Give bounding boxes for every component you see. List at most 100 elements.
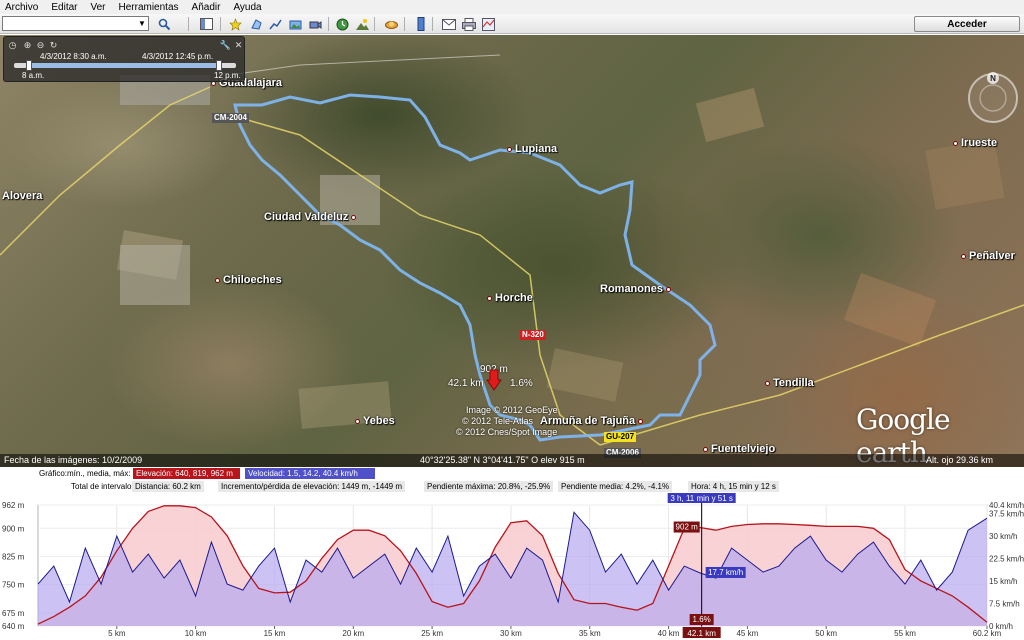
x-tick-label: 45 km (736, 629, 758, 638)
status-bar: Fecha de las imágenes: 10/2/2009 40°32'2… (0, 454, 1024, 467)
zoom-in-time-icon[interactable]: ⊕ (22, 40, 33, 51)
path-button[interactable] (267, 16, 284, 32)
x-tick-label: 55 km (894, 629, 916, 638)
repeat-icon[interactable]: ↻ (48, 40, 59, 51)
time-left-tick: 8 a.m. (22, 71, 45, 80)
menu-editar[interactable]: Editar (50, 2, 78, 13)
time-slider-range (30, 63, 218, 68)
sunlight-button[interactable] (354, 16, 371, 32)
google-maps-button[interactable] (480, 16, 497, 32)
elevation-chart[interactable]: 962 m 900 m 825 m 750 m 675 m 640 m 40.4 km/h… (0, 467, 1024, 640)
menu-ver[interactable]: Ver (89, 2, 106, 13)
email-button[interactable] (440, 16, 457, 32)
map-view[interactable]: Guadalajara Lupiana Irueste Alovera Ciud… (0, 35, 1024, 467)
place-romanones[interactable]: Romanones (600, 283, 674, 295)
eye-altitude: Alt. ojo 29.36 km (926, 455, 994, 465)
imagery-credit: © 2012 Tele-Atlas (462, 416, 534, 426)
sidebar-toggle-icon (200, 18, 213, 30)
sidebar-toggle-button[interactable] (198, 16, 215, 32)
ruler-icon (417, 17, 424, 31)
email-icon (441, 18, 456, 30)
time-right-tick: 12 p.m. (214, 71, 241, 80)
planets-icon (385, 20, 398, 29)
place-irueste[interactable]: Irueste (950, 137, 997, 149)
place-alovera[interactable]: Alovera (2, 190, 42, 202)
left-axis-tick-label: 750 m (2, 581, 25, 590)
right-axis-tick-label: 15 km/h (989, 577, 1017, 586)
time-slider-panel: ◷ ⊕ ⊖ ↻ 🔧 ✕ 4/3/2012 8:30 a.m. 4/3/2012 … (3, 36, 245, 82)
left-axis-tick-label: 825 m (2, 552, 25, 561)
place-tendilla[interactable]: Tendilla (762, 377, 814, 389)
left-axis-tick-label: 675 m (2, 609, 25, 618)
road-shield-n320: N-320 (520, 330, 546, 340)
cursor-arrow-icon[interactable] (486, 369, 502, 391)
tour-button[interactable] (307, 16, 324, 32)
imagery-date: Fecha de las imágenes: 10/2/2009 (4, 455, 143, 465)
historical-imagery-icon (336, 18, 349, 30)
print-button[interactable] (460, 16, 477, 32)
menu-ayuda[interactable]: Ayuda (232, 2, 262, 13)
print-icon (461, 17, 476, 31)
placemark-icon (229, 17, 242, 31)
clock-icon[interactable]: ◷ (7, 40, 18, 51)
menu-herramientas[interactable]: Herramientas (118, 2, 180, 13)
menu-bar: Archivo Editar Ver Herramientas Añadir A… (0, 0, 1024, 14)
planets-button[interactable] (383, 16, 400, 32)
place-lupiana[interactable]: Lupiana (504, 143, 557, 155)
search-input[interactable]: ▼ (2, 16, 149, 31)
cursor-elevation-label: 902 m (676, 523, 699, 532)
image-overlay-button[interactable] (287, 16, 304, 32)
x-tick-label: 35 km (579, 629, 601, 638)
time-start-label: 4/3/2012 8:30 a.m. (40, 52, 107, 61)
place-chiloeches[interactable]: Chiloeches (212, 274, 282, 286)
x-tick-label: 42.1 km (687, 629, 716, 638)
placemark-button[interactable] (227, 16, 244, 32)
cursor-slope-label: 1.6% (510, 378, 533, 389)
coordinates-readout: 40°32'25.38" N 3°04'41.75" O elev 915 m (420, 455, 585, 465)
historical-imagery-button[interactable] (334, 16, 351, 32)
imagery-credit: © 2012 Cnes/Spot Image (456, 427, 558, 437)
place-horche[interactable]: Horche (484, 292, 533, 304)
menu-anadir[interactable]: Añadir (191, 2, 222, 13)
right-axis-tick-label: 37.5 km/h (989, 510, 1024, 519)
time-start-handle[interactable] (26, 60, 32, 71)
chevron-down-icon[interactable]: ▼ (136, 17, 148, 30)
right-axis-tick-label: 22.5 km/h (989, 555, 1024, 564)
road-shield-cm2004: CM-2004 (212, 113, 249, 123)
zoom-out-time-icon[interactable]: ⊖ (35, 40, 46, 51)
x-tick-label: 25 km (421, 629, 443, 638)
ruler-button[interactable] (412, 16, 429, 32)
login-button[interactable]: Acceder (914, 16, 1020, 32)
cursor-slope-label: 1.6% (693, 615, 711, 624)
road-line (0, 86, 211, 256)
left-axis-tick-label: 962 m (2, 501, 25, 510)
place-penalver[interactable]: Peñalver (958, 250, 1015, 262)
toolbar: ▼ Acceder (0, 14, 1024, 34)
menu-archivo[interactable]: Archivo (4, 2, 39, 13)
place-armuna-de-tajuna[interactable]: Armuña de Tajuña (540, 415, 646, 427)
cursor-time-label: 3 h, 11 min y 51 s (670, 494, 733, 503)
time-slider-track[interactable] (14, 60, 236, 71)
time-end-handle[interactable] (216, 60, 222, 71)
right-axis-tick-label: 30 km/h (989, 532, 1017, 541)
compass-icon[interactable]: N (966, 71, 1020, 125)
cursor-distance-label: 42.1 km (448, 378, 484, 389)
compass-north-label: N (990, 74, 996, 83)
polygon-button[interactable] (248, 16, 265, 32)
wrench-icon[interactable]: 🔧 (220, 40, 231, 51)
image-overlay-icon (289, 20, 302, 29)
x-tick-label: 20 km (342, 629, 364, 638)
right-axis-tick-label: 40.4 km/h (989, 501, 1024, 510)
right-axis-tick-label: 7.5 km/h (989, 600, 1020, 609)
left-axis-tick-label: 900 m (2, 524, 25, 533)
close-icon[interactable]: ✕ (233, 40, 244, 51)
search-button[interactable] (156, 16, 173, 32)
tour-icon (309, 20, 322, 29)
place-ciudad-valdeluz[interactable]: Ciudad Valdeluz (264, 211, 359, 223)
place-yebes[interactable]: Yebes (352, 415, 395, 427)
search-icon (158, 18, 171, 30)
cursor-speed-label: 17.7 km/h (708, 568, 743, 577)
left-axis-tick-label: 640 m (2, 622, 25, 631)
elevation-profile-panel: Gráfico: mín., media, máx: Elevación: 64… (0, 467, 1024, 640)
x-tick-label: 50 km (815, 629, 837, 638)
